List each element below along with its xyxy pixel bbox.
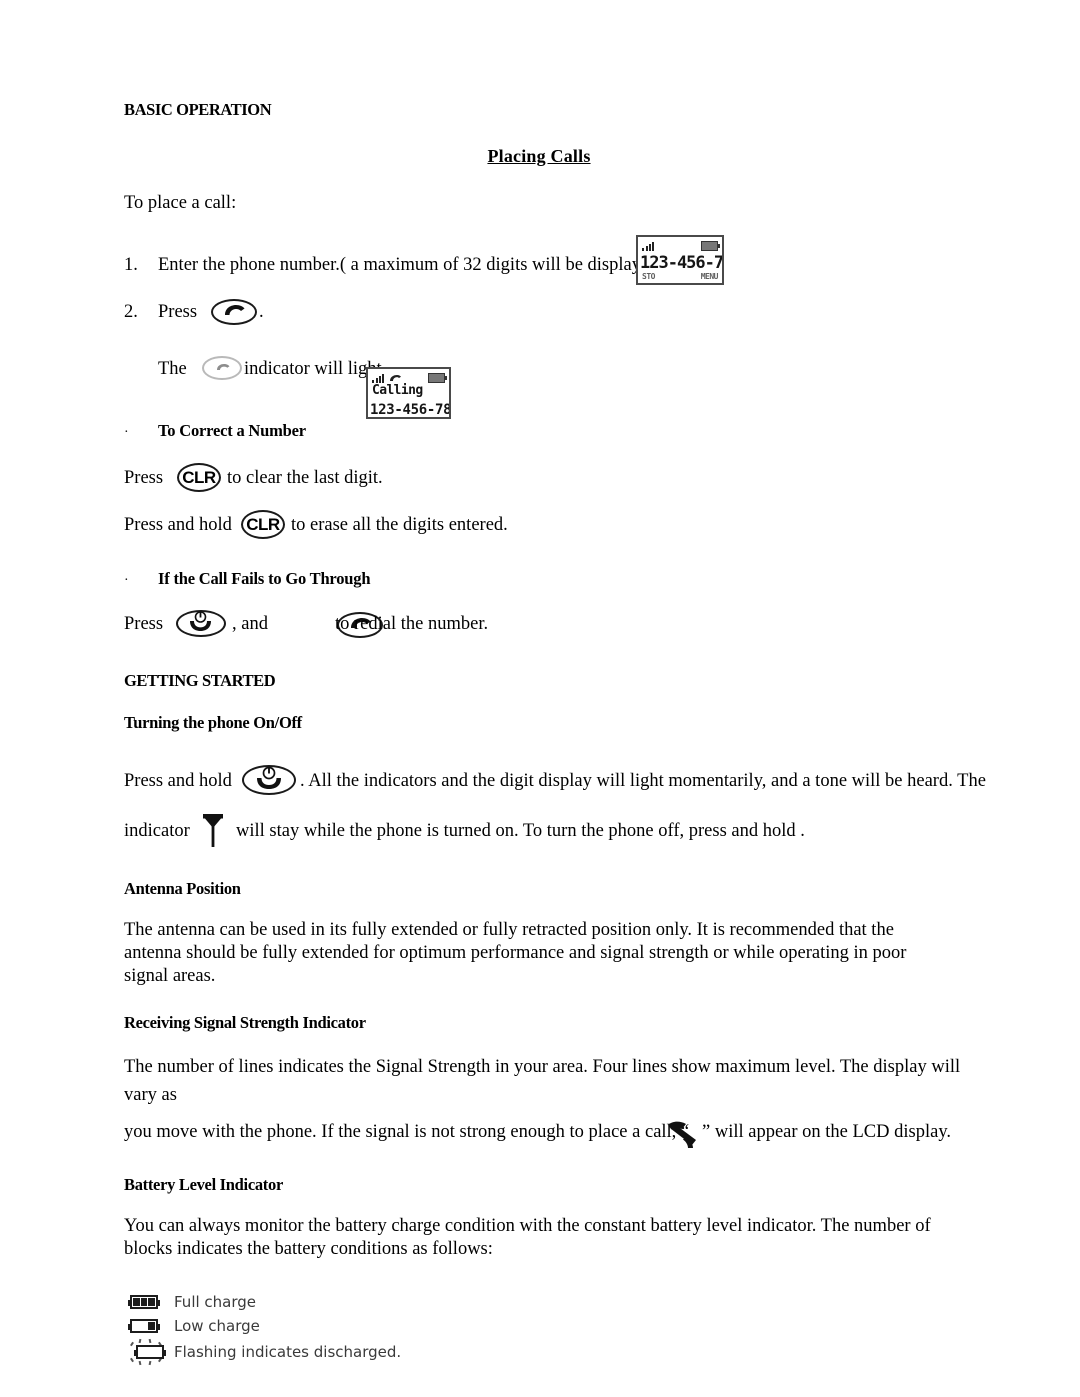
redial-text-after: to redial the number. xyxy=(335,614,489,635)
lcd-number-entry-screen: 123-456-7890 STO MENU xyxy=(636,235,724,286)
bullet-correct-number: · To Correct a Number xyxy=(124,421,954,447)
battery-full-icon xyxy=(124,1295,174,1310)
battery-icon xyxy=(428,372,447,383)
clr-key-label: CLR xyxy=(182,467,216,487)
lcd-calling-status: Calling xyxy=(372,383,423,399)
document-content: BASIC OPERATION Placing Calls To place a… xyxy=(124,100,986,1366)
turning-on-line2-before: indicator xyxy=(124,821,190,842)
erase-all-row: Press and hold CLR to erase all the digi… xyxy=(124,509,954,543)
step-2-number: 2. xyxy=(124,302,138,323)
antenna-icon xyxy=(198,809,228,849)
lcd-calling-number: 123-456-7890 xyxy=(370,402,451,419)
text-battery-body: You can always monitor the battery charg… xyxy=(124,1216,931,1259)
indicator-row: The indicator will light. Calling 123-45… xyxy=(124,347,954,420)
turning-on-line2-after: will stay while the phone is turned on. … xyxy=(236,821,805,842)
indicator-text-before: The xyxy=(158,359,187,380)
clr-key-label: CLR xyxy=(246,514,280,534)
text-antenna-body: The antenna can be used in its fully ext… xyxy=(124,920,907,986)
redial-text-before: Press xyxy=(124,614,164,635)
heading-battery-level: Battery Level Indicator xyxy=(124,1175,283,1195)
heading-placing-calls: Placing Calls xyxy=(487,146,591,166)
erase-all-text-before: Press and hold xyxy=(124,515,232,536)
battery-legend-row: Low charge xyxy=(124,1314,954,1338)
no-service-handset-icon xyxy=(662,1117,702,1151)
text-signal-body-line2: you move with the phone. If the signal i… xyxy=(124,1117,954,1151)
heading-turning-on-off: Turning the phone On/Off xyxy=(124,713,302,733)
clr-key-icon[interactable]: CLR xyxy=(241,510,285,540)
in-use-indicator-icon xyxy=(202,356,242,381)
heading-signal-strength: Receiving Signal Strength Indicator xyxy=(124,1013,366,1033)
lcd-number-value: 123-456-7890 xyxy=(640,253,724,274)
step-2-text: Press xyxy=(158,302,198,323)
signal-bars-icon xyxy=(372,373,384,383)
end-key-icon[interactable] xyxy=(242,765,296,796)
battery-legend-row: Full charge xyxy=(124,1290,954,1314)
step-1-number: 1. xyxy=(124,255,138,276)
lcd-status-bar xyxy=(642,239,720,252)
document-page: BASIC OPERATION Placing Calls To place a… xyxy=(0,0,1080,1397)
bullet-call-fails: · If the Call Fails to Go Through xyxy=(124,569,954,595)
step-1-text: Enter the phone number.( a maximum of 32… xyxy=(158,255,670,276)
heading-call-fails: If the Call Fails to Go Through xyxy=(158,569,371,589)
clear-last-digit-row: Press CLR to clear the last digit. xyxy=(124,462,954,496)
battery-legend-label: Flashing indicates discharged. xyxy=(174,1343,402,1362)
clr-key-icon[interactable]: CLR xyxy=(177,463,221,493)
clear-last-text-after: to clear the last digit. xyxy=(227,468,383,489)
redial-text-middle: , and xyxy=(232,614,268,635)
end-key-icon[interactable] xyxy=(176,610,226,638)
battery-legend-label: Full charge xyxy=(174,1293,257,1312)
in-use-handset-icon xyxy=(390,374,401,381)
battery-low-icon xyxy=(124,1319,174,1334)
softkey-menu-label: MENU xyxy=(700,272,719,282)
step-2-row: 2. Press . xyxy=(124,297,954,335)
battery-empty-flashing-icon xyxy=(124,1339,174,1366)
signal-line2-before: you move with the phone. If the signal i… xyxy=(124,1122,690,1143)
signal-bars-icon xyxy=(642,241,657,251)
turning-on-text-after: . All the indicators and the digit displ… xyxy=(300,771,986,792)
clear-last-text-before: Press xyxy=(124,468,164,489)
bullet-marker: · xyxy=(124,573,129,589)
lcd-calling-screen: Calling 123-456-7890 xyxy=(366,367,451,420)
battery-icon xyxy=(701,240,720,251)
send-key-icon[interactable] xyxy=(211,299,257,326)
softkey-sto-label: STO xyxy=(642,272,655,282)
turning-on-row1: Press and hold . All the indicators and … xyxy=(124,763,986,803)
battery-legend-label: Low charge xyxy=(174,1317,260,1336)
step-1-row: 1. Enter the phone number.( a maximum of… xyxy=(124,235,954,286)
indicator-text-after: indicator will light. xyxy=(244,359,387,380)
redial-row: Press , and to redial the number. xyxy=(124,607,954,643)
signal-line2-after: ” will appear on the LCD display. xyxy=(702,1122,952,1143)
heading-getting-started: GETTING STARTED xyxy=(124,671,276,691)
bullet-marker: · xyxy=(124,425,129,441)
heading-basic-operation: BASIC OPERATION xyxy=(124,100,272,119)
battery-legend-list: Full charge Low charge Flashing indicate… xyxy=(124,1290,954,1366)
text-to-place-a-call: To place a call: xyxy=(124,193,237,213)
step-2-period: . xyxy=(259,302,264,323)
turning-on-text-before: Press and hold xyxy=(124,771,232,792)
text-signal-body-line1: The number of lines indicates the Signal… xyxy=(124,1057,961,1106)
turning-on-row2: indicator will stay while the phone is t… xyxy=(124,809,954,853)
heading-correct-number: To Correct a Number xyxy=(158,421,306,441)
lcd-softkeys: STO MENU xyxy=(642,272,719,282)
heading-antenna-position: Antenna Position xyxy=(124,879,241,899)
battery-legend-row: Flashing indicates discharged. xyxy=(124,1338,954,1366)
erase-all-text-after: to erase all the digits entered. xyxy=(291,515,508,536)
